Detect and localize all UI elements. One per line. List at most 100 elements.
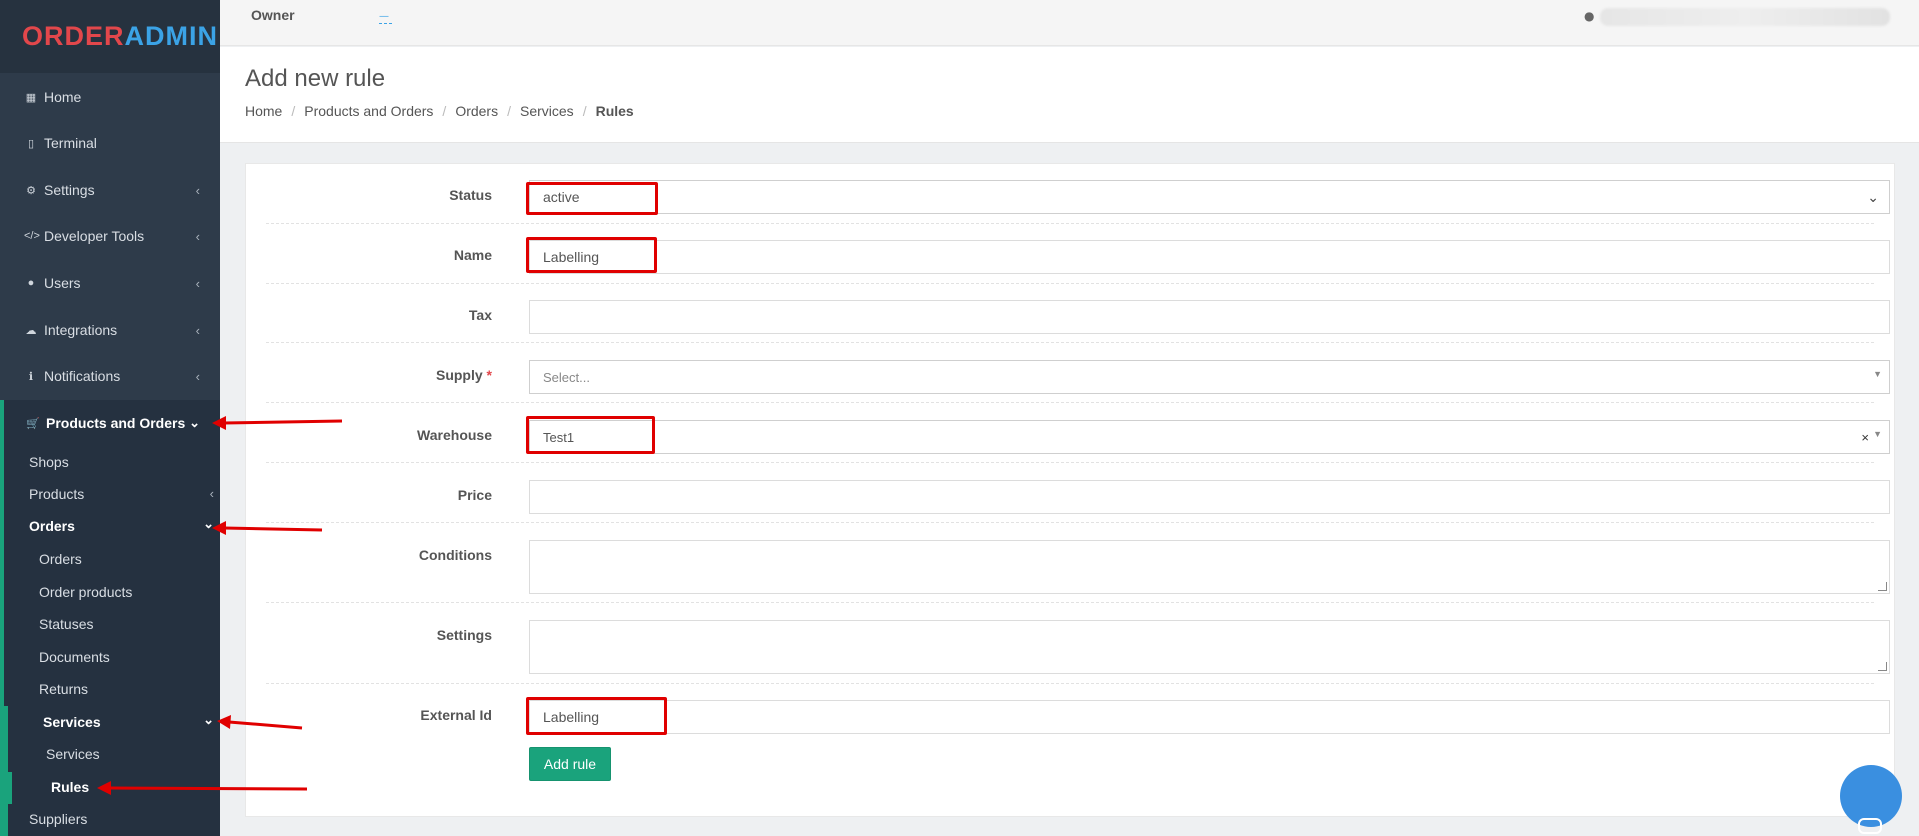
user-icon: ●: [1584, 9, 1595, 23]
chevron-left-icon: ‹: [195, 275, 200, 291]
chat-bubble-icon: [1858, 818, 1882, 834]
breadcrumb-rules: Rules: [595, 103, 634, 119]
price-input[interactable]: [529, 480, 1890, 514]
user-icon: ●: [27, 277, 35, 289]
cloud-icon: ☁: [25, 324, 37, 337]
sidebar-item-settings[interactable]: ⚙ Settings ‹: [0, 175, 220, 205]
sidebar-item-label: Services: [43, 714, 101, 730]
settings-textarea[interactable]: [529, 620, 1890, 674]
conditions-label: Conditions: [418, 547, 492, 563]
status-select[interactable]: active ⌄: [529, 180, 1890, 214]
sidebar-item-shops[interactable]: Shops: [29, 454, 69, 470]
sidebar-item-label: Users: [44, 275, 81, 291]
clear-icon[interactable]: ×: [1861, 430, 1869, 445]
sidebar-item-label: Home: [44, 89, 82, 105]
breadcrumb-home[interactable]: Home: [245, 103, 282, 119]
sidebar-item-services[interactable]: Services: [46, 746, 100, 762]
logo-part-admin: ADMIN: [124, 21, 219, 51]
chevron-left-icon: ‹: [209, 486, 214, 501]
annotation-arrow-orders: [212, 521, 323, 535]
breadcrumb-products-and-orders[interactable]: Products and Orders: [304, 103, 433, 119]
sidebar-item-services-group[interactable]: Services ⌄: [43, 712, 214, 730]
resize-handle[interactable]: [1878, 662, 1887, 671]
highlight-box-status: [526, 182, 658, 215]
row-divider: [266, 462, 1874, 463]
sidebar-item-rules[interactable]: Rules: [51, 779, 89, 795]
supply-label-text: Supply: [435, 367, 483, 383]
subgroup-accent-bar: [4, 706, 8, 836]
annotation-arrow-rules: [97, 781, 308, 795]
settings-label: Settings: [436, 627, 492, 643]
breadcrumb-services[interactable]: Services: [520, 103, 574, 119]
sidebar-item-label: Orders: [29, 518, 75, 534]
price-label: Price: [457, 487, 492, 503]
row-divider: [266, 683, 1874, 684]
sidebar-item-label: Notifications: [44, 368, 121, 384]
name-input[interactable]: Labelling: [529, 240, 1890, 274]
external-id-input[interactable]: Labelling: [529, 700, 1890, 734]
sidebar-item-products[interactable]: Products ‹: [29, 486, 214, 502]
row-divider: [266, 283, 1874, 284]
caret-down-icon: ▼: [1873, 429, 1882, 439]
sidebar-item-label: Integrations: [44, 322, 118, 338]
resize-handle[interactable]: [1878, 582, 1887, 591]
conditions-textarea[interactable]: [529, 540, 1890, 594]
sidebar: ORDER ADMIN ▦ Home ▯ Terminal ⚙ Settings …: [0, 0, 220, 836]
sidebar-item-returns[interactable]: Returns: [39, 681, 88, 697]
gear-icon: ⚙: [26, 184, 36, 197]
sidebar-item-developer-tools[interactable]: </> Developer Tools ‹: [0, 221, 220, 251]
active-item-accent-bar: [8, 772, 12, 804]
sidebar-item-label: Products and Orders: [46, 415, 186, 431]
page-title: Add new rule: [245, 65, 386, 92]
chevron-left-icon: ‹: [195, 182, 200, 198]
sidebar-item-home[interactable]: ▦ Home: [0, 82, 220, 112]
info-icon: ℹ: [28, 370, 34, 383]
sidebar-item-users[interactable]: ● Users ‹: [0, 268, 220, 298]
status-label: Status: [449, 187, 492, 203]
chevron-down-icon: ⌄: [203, 712, 214, 727]
cart-icon: 🛒: [26, 417, 40, 430]
tablet-icon: ▯: [27, 137, 35, 150]
sidebar-item-suppliers[interactable]: Suppliers: [29, 811, 87, 827]
chevron-left-icon: ‹: [195, 322, 200, 338]
breadcrumb-orders[interactable]: Orders: [455, 103, 498, 119]
caret-down-icon: ▼: [1873, 369, 1882, 379]
sidebar-item-statuses[interactable]: Statuses: [39, 616, 93, 632]
sidebar-item-products-and-orders[interactable]: 🛒 Products and Orders ⌄: [0, 408, 220, 438]
highlight-box-warehouse: [526, 416, 655, 454]
sidebar-item-label: Settings: [44, 182, 95, 198]
tax-input[interactable]: [529, 300, 1890, 334]
user-menu[interactable]: [1600, 8, 1890, 26]
sidebar-item-label: Products: [29, 486, 85, 502]
chevron-left-icon: ‹: [195, 368, 200, 384]
tax-label: Tax: [468, 307, 492, 323]
row-divider: [266, 402, 1874, 403]
add-rule-button[interactable]: Add rule: [529, 747, 611, 781]
row-divider: [266, 602, 1874, 603]
breadcrumb: Home / Products and Orders / Orders / Se…: [245, 103, 634, 119]
sidebar-item-orders[interactable]: Orders: [39, 551, 82, 567]
warehouse-select[interactable]: Test1 × ▼: [529, 420, 1890, 454]
page-header: Add new rule Home / Products and Orders …: [220, 47, 1919, 143]
owner-label: Owner: [251, 7, 295, 23]
sidebar-item-terminal[interactable]: ▯ Terminal: [0, 128, 220, 158]
supply-label: Supply *: [436, 367, 492, 383]
supply-select[interactable]: Select... ▼: [529, 360, 1890, 394]
sidebar-item-order-products[interactable]: Order products: [39, 584, 132, 600]
sidebar-item-notifications[interactable]: ℹ Notifications ‹: [0, 361, 220, 391]
sidebar-item-label: Terminal: [44, 135, 97, 151]
owner-selector[interactable]: —: [379, 11, 392, 24]
sidebar-item-integrations[interactable]: ☁ Integrations ‹: [0, 315, 220, 345]
sidebar-item-orders-group[interactable]: Orders ⌄: [29, 516, 214, 534]
chevron-left-icon: ‹: [195, 228, 200, 244]
breadcrumb-separator: /: [507, 103, 511, 119]
external-id-label: External Id: [420, 707, 492, 723]
app-logo[interactable]: ORDER ADMIN: [0, 0, 220, 73]
logo-part-order: ORDER: [22, 21, 125, 51]
code-icon: </>: [24, 230, 40, 242]
sidebar-item-documents[interactable]: Documents: [39, 649, 110, 665]
annotation-arrow-products-and-orders: [212, 416, 343, 430]
chevron-down-icon: ⌄: [189, 415, 200, 430]
name-label: Name: [453, 247, 492, 263]
required-marker: *: [486, 367, 492, 383]
